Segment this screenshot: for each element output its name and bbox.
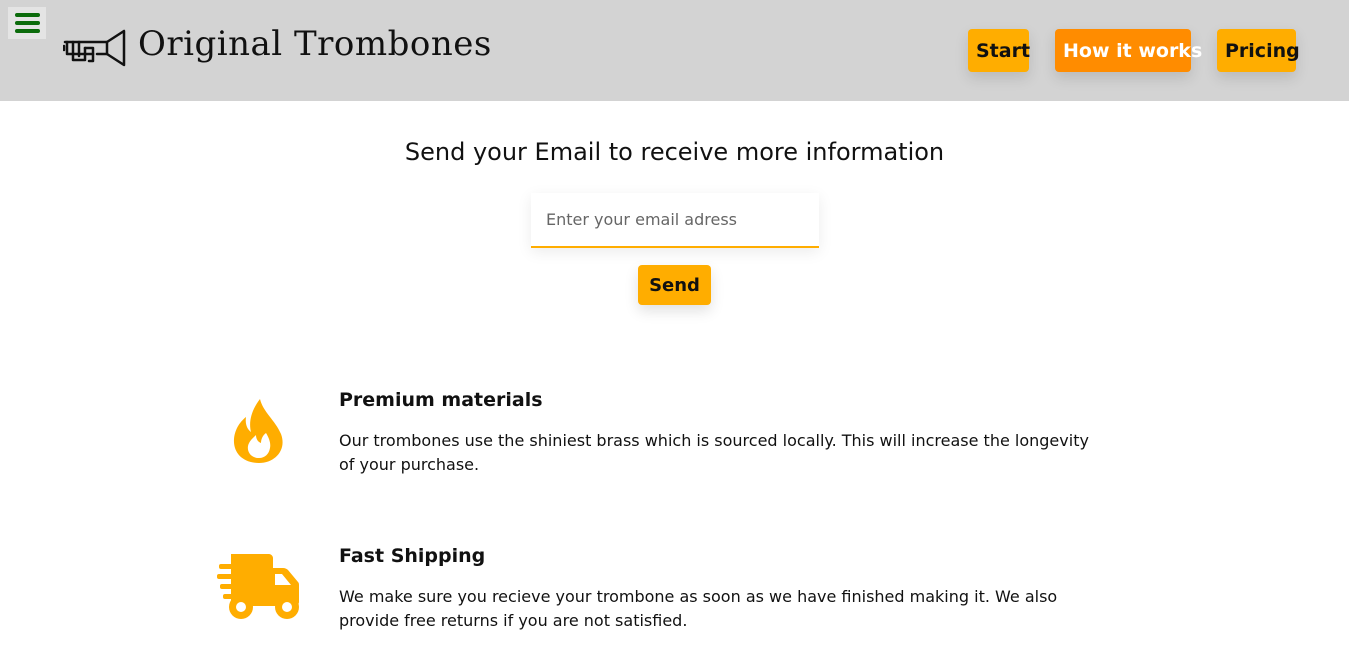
site-header: Original Trombones Start How it works Pr… [0,0,1349,101]
nav-how-it-works-button[interactable]: How it works [1055,29,1202,72]
nav-pricing-button[interactable]: Pricing [1217,29,1300,72]
email-input[interactable] [531,193,819,248]
hamburger-icon-line [15,29,40,33]
menu-toggle-button[interactable] [8,7,46,39]
hamburger-icon [15,13,40,17]
signup-heading: Send your Email to receive more informat… [404,138,945,166]
feature-title: Fast Shipping [339,545,486,567]
fire-icon [233,399,283,463]
trombone-icon [63,29,126,67]
brand-name[interactable]: Original Trombones [138,24,492,64]
nav-start-button[interactable]: Start [968,29,1030,72]
feature-description: We make sure you recieve your trombone a… [339,587,1058,630]
feature-title: Premium materials [339,389,543,411]
send-button[interactable]: Send [638,265,711,305]
hamburger-icon-line [15,21,40,25]
feature-description: Our trombones use the shiniest brass whi… [339,431,1089,474]
shipping-truck-icon [217,554,299,619]
